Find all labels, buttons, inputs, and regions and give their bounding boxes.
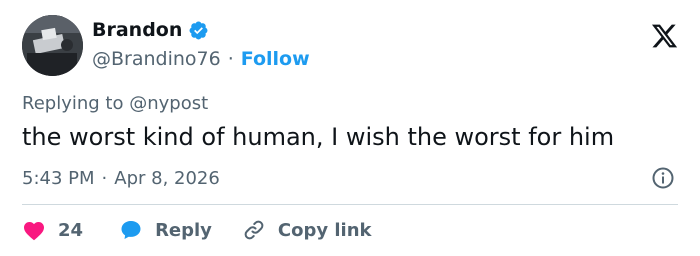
action-bar: 24 Reply Copy link: [22, 216, 372, 244]
follow-button[interactable]: Follow: [241, 48, 310, 70]
divider: [22, 204, 678, 205]
handle-separator: ·: [227, 48, 234, 70]
verified-badge-icon: [189, 21, 208, 39]
replying-to-label: Replying to: [22, 93, 124, 114]
copy-link-label: Copy link: [277, 219, 372, 241]
heart-icon: [24, 222, 44, 241]
tweet-text: the worst kind of human, I wish the wors…: [22, 123, 615, 151]
reply-button[interactable]: Reply: [119, 218, 212, 242]
timestamp-separator: ·: [101, 168, 108, 189]
link-icon: [244, 220, 264, 240]
replying-to-mention[interactable]: @nypost: [129, 93, 208, 114]
tweet-time: 5:43 PM: [22, 168, 95, 189]
x-logo-icon[interactable]: [649, 22, 680, 50]
author-name[interactable]: Brandon: [92, 19, 182, 41]
author-handle-row: @Brandino76 · Follow: [92, 48, 310, 70]
info-icon[interactable]: [651, 166, 675, 190]
like-button[interactable]: 24: [22, 219, 83, 241]
author-name-row: Brandon: [92, 19, 209, 41]
replying-to-line: Replying to @nypost: [22, 93, 208, 114]
avatar[interactable]: [22, 15, 83, 76]
avatar-image: [22, 15, 83, 76]
like-count: 24: [58, 219, 84, 241]
tweet-timestamp[interactable]: 5:43 PM · Apr 8, 2026: [22, 168, 220, 189]
copy-link-button[interactable]: Copy link: [242, 218, 372, 242]
reply-label: Reply: [155, 219, 212, 241]
tweet-date: Apr 8, 2026: [114, 168, 220, 189]
author-handle[interactable]: @Brandino76: [92, 48, 221, 70]
speech-bubble-icon: [121, 221, 141, 239]
